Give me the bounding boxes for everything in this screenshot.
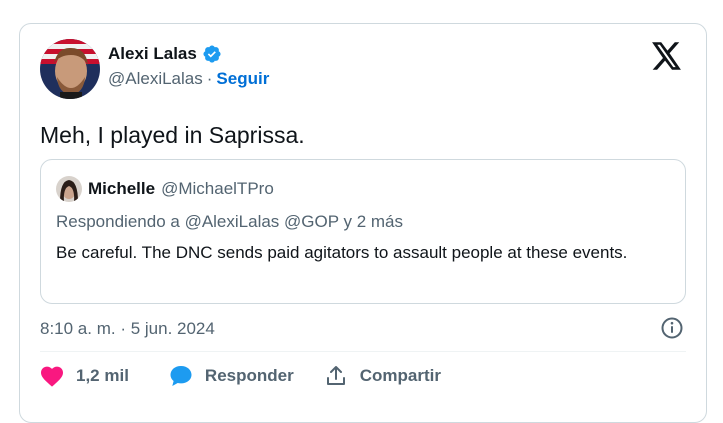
quoted-tweet-text: Be careful. The DNC sends paid agitators… [56,243,628,262]
author-info: Alexi Lalas @AlexiLalas · Seguir [108,44,269,89]
like-button[interactable]: 1,2 mil [40,365,129,387]
tweet-embed-card: Alexi Lalas @AlexiLalas · Seguir Meh, I … [19,23,707,423]
author-handle[interactable]: @AlexiLalas [108,69,203,89]
separator-dot: · [206,69,213,88]
quoted-reply-context: Respondiendo a @AlexiLalas @GOP y 2 más [56,212,403,232]
reply-button[interactable]: Responder [169,365,294,387]
reply-label: Responder [204,366,294,385]
heart-icon [40,365,64,387]
verified-badge-icon [202,44,222,64]
reply-mentions: @AlexiLalas @GOP y 2 más [184,212,404,231]
quoted-author-name: Michelle [88,179,156,198]
speech-bubble-icon [169,365,193,387]
quoted-author-handle: @MichaelTPro [161,179,274,198]
actions-divider [40,351,686,352]
quoted-tweet-header: Michelle @MichaelTPro [56,176,274,202]
author-avatar[interactable] [40,39,100,99]
author-name[interactable]: Alexi Lalas [108,44,197,64]
share-button[interactable]: Compartir [324,364,441,388]
x-logo-icon[interactable] [652,42,682,70]
quoted-tweet[interactable]: Michelle @MichaelTPro Respondiendo a @Al… [40,159,686,304]
tweet-text: Meh, I played in Saprissa. [40,122,305,148]
quoted-author-avatar [56,176,82,202]
like-count: 1,2 mil [76,366,129,385]
tweet-header: Alexi Lalas @AlexiLalas · Seguir [40,39,269,99]
tweet-actions: 1,2 mil Responder Compartir [40,364,471,388]
author-avatar-image [40,39,100,99]
share-upload-icon [324,364,348,388]
author-name-row: Alexi Lalas [108,44,269,64]
reply-prefix: Respondiendo a [56,212,180,231]
follow-button[interactable]: Seguir [216,69,269,89]
author-handle-row: @AlexiLalas · Seguir [108,69,269,89]
tweet-timestamp[interactable]: 8:10 a. m. · 5 jun. 2024 [40,319,215,339]
info-icon[interactable] [660,316,684,340]
share-label: Compartir [359,366,441,385]
